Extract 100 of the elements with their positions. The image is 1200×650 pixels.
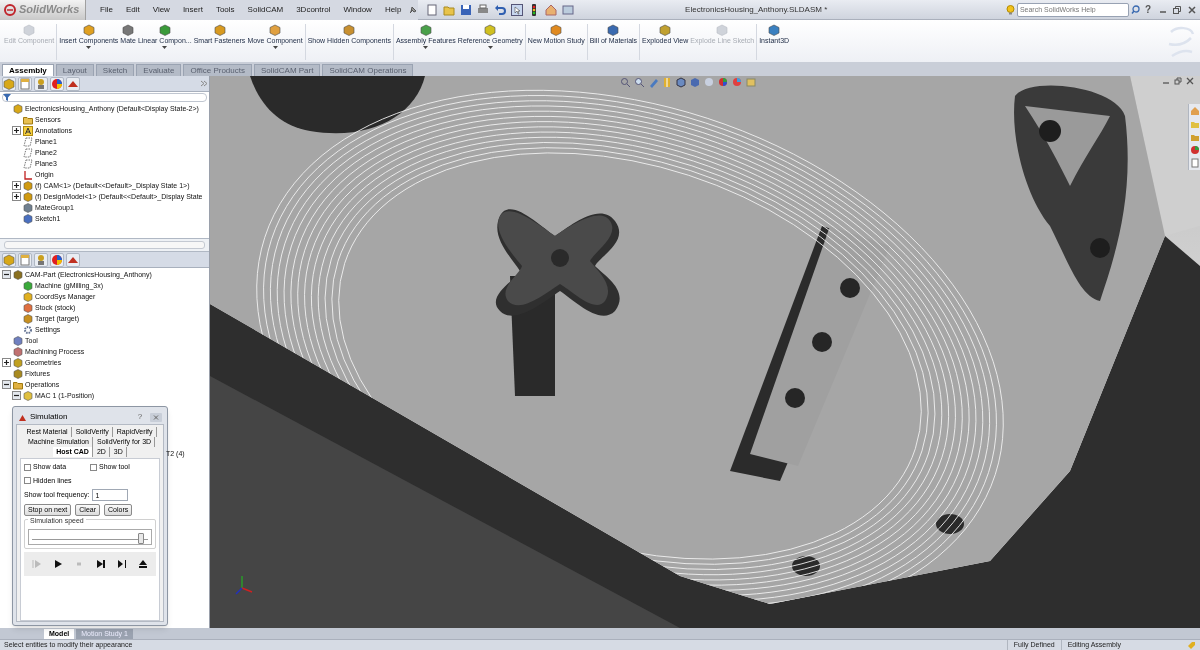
panel-tab[interactable]	[18, 76, 32, 91]
letter-a-icon	[23, 125, 33, 136]
logo-icon	[4, 3, 16, 16]
app-logo: SolidWorks	[19, 2, 80, 18]
menu-item[interactable]: Window	[337, 3, 378, 16]
panel-tab[interactable]	[34, 252, 48, 267]
checkbox[interactable]	[24, 477, 31, 485]
origin-axes-icon	[23, 169, 33, 180]
cube-icon	[23, 390, 33, 401]
section-view-icon	[662, 76, 673, 88]
menu-item[interactable]: 3Dcontrol	[290, 3, 337, 16]
printer-icon	[477, 3, 490, 16]
configuration-icon	[35, 77, 47, 90]
panel-tab[interactable]	[50, 252, 64, 267]
expand-toggle[interactable]	[2, 270, 11, 279]
checkbox[interactable]	[24, 463, 31, 471]
cam-part-icon	[18, 412, 27, 422]
cube-icon	[23, 302, 33, 313]
step-forward-icon[interactable]	[116, 558, 127, 569]
cube-icon	[23, 191, 33, 202]
panel-tab[interactable]	[66, 76, 80, 91]
panel-tab[interactable]	[18, 252, 32, 267]
cube-icon	[23, 202, 33, 213]
appearance-sphere-icon	[718, 76, 729, 88]
cube-icon	[82, 24, 95, 36]
display-style-icon	[690, 76, 701, 88]
expand-toggle[interactable]	[2, 380, 11, 389]
cube-icon	[676, 76, 687, 88]
caret-icon	[86, 46, 92, 49]
menu-item[interactable]: View	[146, 3, 176, 16]
menu-item[interactable]: SolidCAM	[241, 3, 290, 16]
pencil-icon	[648, 76, 659, 88]
gear-icon	[23, 324, 33, 335]
panel-tab[interactable]	[66, 252, 80, 267]
plane-icon	[23, 147, 33, 158]
checkbox[interactable]	[90, 463, 97, 471]
caret-icon	[423, 46, 429, 49]
plane-icon	[23, 158, 33, 169]
cube-icon	[13, 346, 23, 357]
zoom-fit-icon	[620, 76, 631, 88]
slider-thumb[interactable]	[137, 532, 144, 544]
menu-item[interactable]: File	[94, 3, 119, 16]
clipboard-icon[interactable]	[1190, 158, 1200, 168]
search-icon	[1130, 5, 1140, 14]
cube-icon	[23, 313, 33, 324]
close-icon[interactable]	[1186, 77, 1194, 85]
tag-icon	[1187, 640, 1196, 650]
folder-icon	[23, 114, 33, 125]
cube-icon	[269, 24, 281, 36]
panel-tab[interactable]	[2, 76, 16, 91]
restore-icon[interactable]	[1174, 77, 1182, 85]
folder-icon[interactable]	[1190, 132, 1200, 142]
select-cursor-icon	[511, 3, 524, 16]
help-button[interactable]: ?	[1139, 2, 1156, 17]
view-settings-icon	[746, 76, 757, 88]
cube-icon	[23, 280, 33, 291]
cube-icon	[659, 24, 672, 36]
menu-item[interactable]: Help	[378, 3, 408, 16]
expand-toggle[interactable]	[12, 192, 21, 201]
filter-field[interactable]	[2, 93, 207, 102]
new-document-icon	[426, 3, 439, 16]
command-tab[interactable]: Assembly	[2, 64, 54, 76]
dialog-title: Simulation	[30, 411, 69, 423]
eject-icon[interactable]	[138, 558, 149, 569]
cube-icon	[3, 253, 15, 266]
horizontal-scrollbar[interactable]	[4, 241, 205, 249]
appearance-sphere-icon[interactable]	[1190, 145, 1200, 155]
house-icon	[545, 3, 558, 16]
play-icon[interactable]	[53, 558, 63, 569]
skip-to-end-icon[interactable]	[95, 558, 106, 569]
zoom-area-icon	[634, 76, 645, 88]
caret-icon	[272, 46, 278, 49]
panel-tab[interactable]	[50, 76, 64, 91]
expand-toggle[interactable]	[12, 181, 21, 190]
close-icon[interactable]	[1187, 4, 1197, 15]
cube-icon	[23, 291, 33, 302]
speed-slider[interactable]	[28, 528, 152, 545]
open-folder-icon	[443, 3, 456, 16]
cube-icon	[3, 77, 15, 90]
caret-icon	[487, 46, 493, 49]
cube-icon	[343, 24, 356, 36]
expand-toggle[interactable]	[12, 391, 21, 400]
cube-icon	[768, 24, 781, 36]
menu-item[interactable]: Edit	[119, 3, 146, 16]
help-button[interactable]: ?	[133, 411, 147, 423]
property-sheet-icon	[19, 77, 31, 90]
configuration-icon	[35, 253, 47, 266]
cube-icon	[13, 335, 23, 346]
menu-item[interactable]: Tools	[209, 3, 241, 16]
cube-icon	[23, 213, 33, 224]
panel-tab[interactable]	[34, 76, 48, 91]
pin-icon	[408, 4, 419, 15]
menu-item[interactable]: Insert	[176, 3, 209, 16]
expand-toggle[interactable]	[2, 358, 11, 367]
expand-toggle[interactable]	[12, 126, 21, 135]
cube-icon	[122, 24, 135, 36]
cube-icon	[23, 24, 36, 36]
undo-arrow-icon	[494, 3, 507, 16]
restore-icon[interactable]	[1172, 4, 1182, 15]
cube-icon	[419, 24, 432, 36]
